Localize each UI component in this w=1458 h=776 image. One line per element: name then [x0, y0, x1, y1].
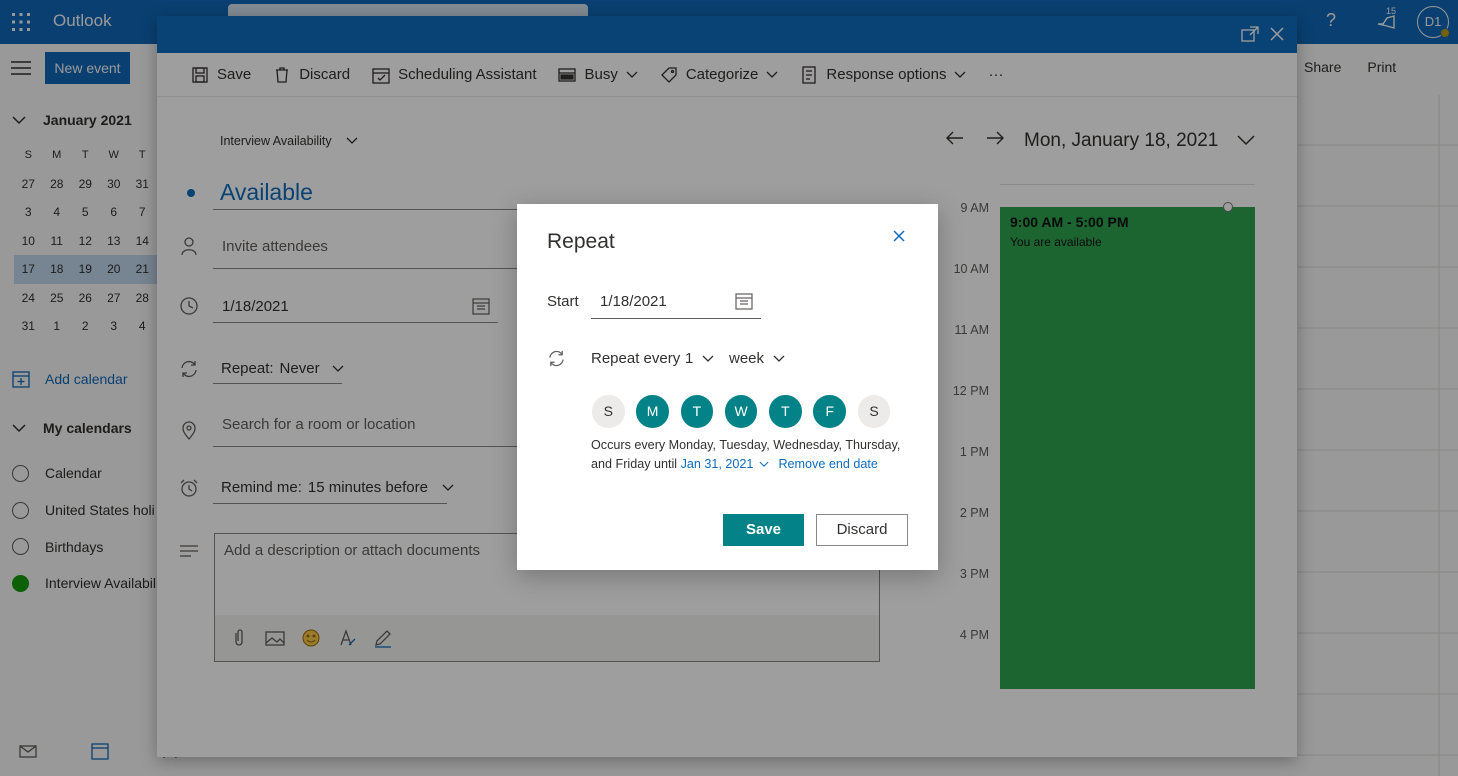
discard-button[interactable]: Discard: [816, 514, 908, 546]
end-date-value: Jan 31, 2021: [680, 456, 754, 471]
repeat-dialog: Repeat Start 1/18/2021 Repeat every 1 we…: [517, 204, 938, 570]
day-toggle-tuesday[interactable]: T: [680, 395, 714, 428]
weekday-selector: S M T W T F S: [592, 395, 891, 428]
start-date-value: 1/18/2021: [600, 293, 667, 310]
repeat-icon: [549, 350, 564, 367]
unit-dropdown[interactable]: week: [729, 350, 785, 367]
interval-dropdown[interactable]: 1: [685, 350, 714, 367]
day-toggle-friday[interactable]: F: [813, 395, 846, 428]
close-icon[interactable]: [891, 228, 907, 244]
chevron-down-icon: [702, 355, 714, 362]
chevron-down-icon: [759, 461, 769, 467]
day-toggle-monday[interactable]: M: [636, 395, 669, 428]
day-toggle-thursday[interactable]: T: [769, 395, 802, 428]
chevron-down-icon: [773, 355, 785, 362]
start-date-field[interactable]: 1/18/2021: [591, 286, 761, 319]
unit-value: week: [729, 350, 765, 367]
save-button[interactable]: Save: [723, 514, 804, 546]
start-label: Start: [547, 293, 579, 310]
remove-end-date-link[interactable]: Remove end date: [778, 457, 877, 471]
recurrence-summary: Occurs every Monday, Tuesday, Wednesday,…: [591, 436, 916, 473]
day-toggle-saturday[interactable]: S: [857, 395, 891, 428]
end-date-dropdown[interactable]: Jan 31, 2021: [681, 457, 769, 471]
repeat-every-label: Repeat every: [591, 350, 681, 367]
day-toggle-wednesday[interactable]: W: [724, 395, 758, 428]
dialog-title: Repeat: [547, 230, 615, 253]
interval-value: 1: [685, 350, 694, 367]
calendar-icon[interactable]: [735, 292, 753, 310]
day-toggle-sunday[interactable]: S: [592, 395, 625, 428]
